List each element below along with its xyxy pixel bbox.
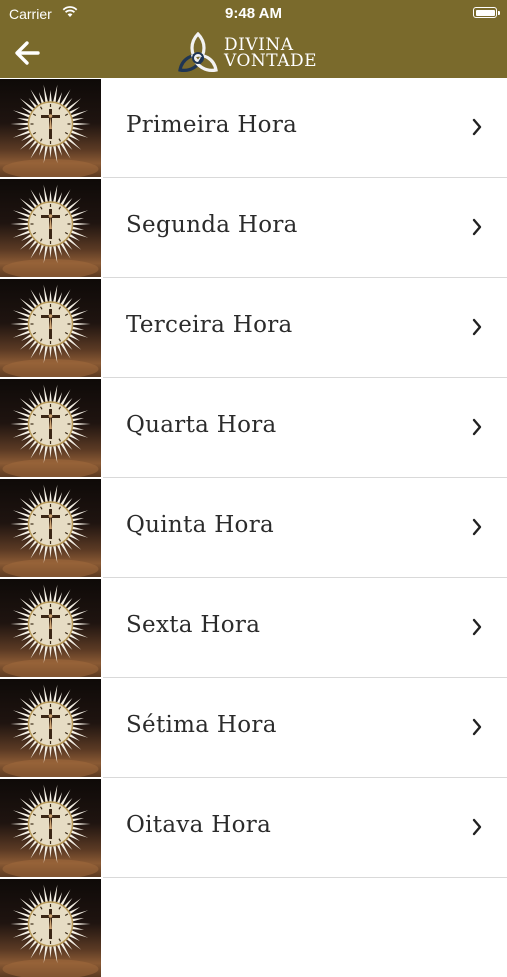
app-header: Carrier 9:48 AM DIVINA VONTADE [0,0,507,78]
crucifix-clock-thumbnail [0,879,101,977]
logo-line-2: VONTADE [224,51,318,71]
chevron-right-icon [471,818,483,840]
hours-list: Primeira Hora Segunda Hora Terceira Hora [0,78,507,977]
status-bar: Carrier 9:48 AM [0,0,507,28]
crucifix-clock-thumbnail [0,279,101,377]
arrow-left-icon [15,41,40,65]
item-label: Sétima Hora [126,712,277,738]
chevron-right-icon [471,318,483,340]
app-logo: DIVINA VONTADE [176,32,336,74]
crucifix-clock-thumbnail [0,679,101,777]
back-button[interactable] [10,36,48,70]
list-item[interactable]: Sétima Hora [0,678,507,778]
list-item[interactable]: Primeira Hora [0,78,507,178]
crucifix-clock-thumbnail [0,379,101,477]
list-item[interactable]: Terceira Hora [0,278,507,378]
list-item[interactable]: Oitava Hora [0,778,507,878]
crucifix-clock-thumbnail [0,479,101,577]
item-label: Sexta Hora [126,612,261,638]
item-label: Primeira Hora [126,112,298,138]
list-item[interactable]: Quarta Hora [0,378,507,478]
list-item[interactable]: Sexta Hora [0,578,507,678]
crucifix-clock-thumbnail [0,79,101,177]
list-item[interactable]: Quinta Hora [0,478,507,578]
chevron-right-icon [471,218,483,240]
item-label: Quinta Hora [126,512,275,538]
chevron-right-icon [471,118,483,140]
item-label: Segunda Hora [126,212,298,238]
crucifix-clock-thumbnail [0,179,101,277]
logo-wordmark: DIVINA VONTADE [224,37,318,71]
chevron-right-icon [471,518,483,540]
item-label: Quarta Hora [126,412,277,438]
battery-icon [473,7,500,18]
crucifix-clock-thumbnail [0,779,101,877]
crucifix-clock-thumbnail [0,579,101,677]
list-item[interactable]: Segunda Hora [0,178,507,278]
clock-time: 9:48 AM [225,5,282,22]
chevron-right-icon [471,718,483,740]
chevron-right-icon [471,618,483,640]
item-label: Terceira Hora [126,312,293,338]
chevron-right-icon [471,418,483,440]
list-item-partial[interactable] [0,878,507,977]
navigation-bar: DIVINA VONTADE [0,28,507,78]
item-label: Oitava Hora [126,812,272,838]
trinity-knot-icon [178,32,218,72]
